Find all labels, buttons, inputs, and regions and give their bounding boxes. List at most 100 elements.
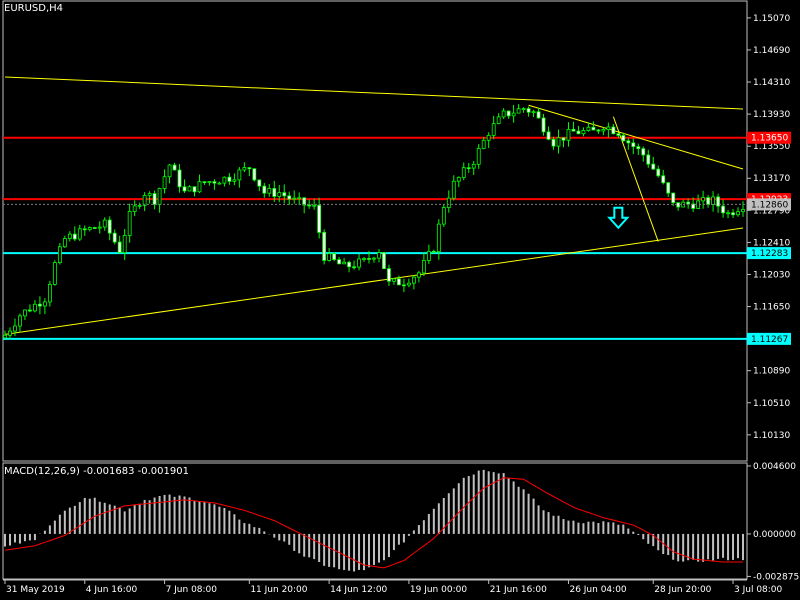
candle-body [491, 123, 496, 136]
candle-body [611, 126, 616, 135]
candle-body [82, 228, 87, 231]
candle-body [242, 167, 247, 171]
candle-body [656, 168, 661, 177]
candle-body [466, 167, 471, 170]
candle-body [257, 179, 262, 187]
time-tick-label: 28 Jun 20:00 [654, 585, 711, 595]
candle-body [531, 111, 536, 114]
candle-body [651, 163, 656, 170]
candle-body [566, 128, 571, 141]
candle-body [581, 130, 586, 135]
candle-body [212, 181, 217, 184]
candle-body [671, 192, 676, 204]
candle-body [277, 192, 282, 197]
candle-body [147, 193, 152, 196]
candle-body [292, 197, 297, 200]
time-tick-label: 26 Jun 04:00 [569, 585, 626, 595]
price-tick-label: 1.10890 [753, 367, 790, 377]
candle-body [556, 137, 561, 147]
candle-body [167, 164, 172, 178]
candle-body [576, 130, 581, 135]
candle-body [272, 188, 277, 197]
candle-body [187, 186, 192, 192]
candle-body [661, 175, 666, 184]
candle-body [446, 197, 451, 208]
candle-body [122, 235, 127, 254]
candle-body [8, 330, 12, 336]
candle-body [441, 207, 446, 225]
candle-body [506, 110, 511, 117]
candle-body [471, 163, 476, 169]
candle-body [461, 167, 466, 178]
candle-body [372, 257, 376, 260]
candle-body [546, 131, 551, 140]
candle-body [13, 325, 17, 332]
candle-body [626, 140, 631, 144]
candle-body [322, 232, 327, 261]
candle-body [496, 116, 501, 125]
price-tick-label: 1.13170 [753, 174, 790, 184]
candle-body [382, 252, 386, 269]
candle-body [87, 227, 92, 230]
trading-chart[interactable]: 1.150701.146901.143101.139301.135501.131… [0, 0, 800, 600]
time-tick-label: 7 Jun 08:00 [166, 585, 218, 595]
candle-body [247, 167, 252, 170]
support-level-label: 1.11267 [751, 335, 788, 345]
candle-body [342, 261, 346, 265]
candle-body [172, 164, 177, 171]
symbol-label: EURUSD,H4 [4, 3, 64, 14]
sell-arrow-icon [607, 206, 630, 230]
candle-body [162, 176, 167, 189]
candle-body [706, 197, 710, 205]
candle-body [112, 232, 117, 243]
candle-body [262, 185, 267, 194]
trendline [4, 227, 744, 335]
candle-body [436, 223, 441, 253]
candle-body [352, 266, 356, 269]
candle-body [117, 241, 122, 254]
candle-body [327, 253, 332, 261]
candle-body [431, 250, 436, 253]
candle-body [646, 154, 651, 165]
candle-body [47, 283, 52, 303]
candle-body [62, 238, 67, 248]
candle-body [451, 180, 456, 199]
candle-body [731, 212, 735, 216]
candle-body [362, 258, 366, 260]
candle-body [596, 129, 601, 132]
candle-body [227, 176, 232, 182]
candle-body [347, 261, 351, 268]
candle-body [501, 110, 506, 118]
candle-body [142, 195, 147, 206]
price-tick-label: 1.12410 [753, 238, 790, 248]
price-tick-label: 1.10130 [753, 431, 790, 441]
candle-body [182, 186, 187, 192]
macd-tick-label: 0.004600 [753, 462, 796, 472]
candle-body [641, 148, 646, 156]
candle-body [317, 204, 322, 233]
candle-body [541, 117, 546, 133]
candle-body [526, 108, 531, 113]
candle-body [252, 168, 257, 181]
candle-body [297, 197, 302, 200]
candle-body [402, 284, 406, 287]
resistance-level-label: 1.13650 [751, 134, 788, 144]
candle-body [631, 142, 636, 147]
macd-label: MACD(12,26,9) -0.001683 -0.001901 [4, 466, 189, 477]
candle-body [411, 276, 416, 284]
candle-body [636, 146, 641, 150]
candle-body [721, 205, 725, 214]
candle-body [387, 268, 391, 282]
candle-body [486, 135, 491, 141]
candle-body [516, 108, 521, 114]
candle-body [23, 309, 27, 317]
current-price-label: 1.12860 [751, 200, 788, 210]
candle-body [137, 204, 142, 207]
candle-body [57, 246, 62, 263]
candle-body [456, 176, 461, 182]
candle-body [237, 169, 242, 181]
candle-body [521, 108, 526, 110]
price-tick-label: 1.14690 [753, 46, 790, 56]
candle-body [97, 226, 102, 229]
candle-body [217, 182, 222, 185]
